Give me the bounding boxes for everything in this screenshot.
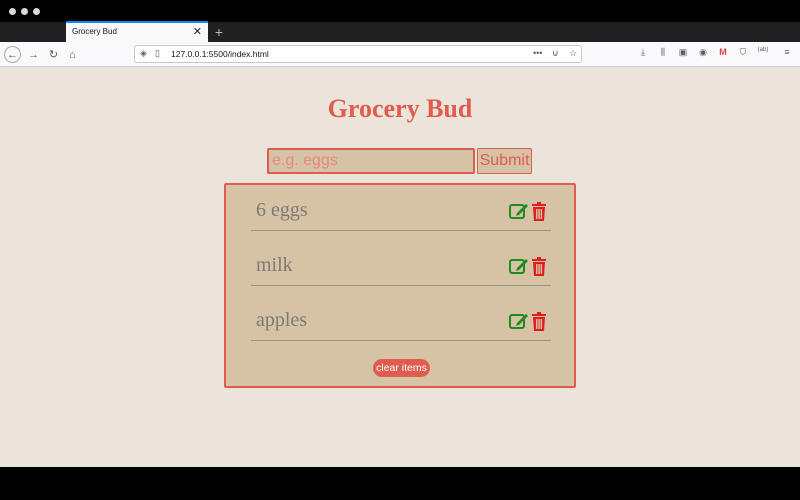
tab-close-icon[interactable]: ✕: [193, 25, 202, 39]
list-item: milk: [251, 240, 551, 286]
shield-icon[interactable]: ◈: [140, 48, 147, 59]
bookmark-star-icon[interactable]: ☆: [569, 48, 577, 59]
window-titlebar: [0, 0, 800, 22]
submit-button[interactable]: Submit: [477, 148, 532, 174]
tab-title: Grocery Bud: [72, 27, 117, 36]
page-title: Grocery Bud: [327, 94, 473, 123]
edit-icon[interactable]: [509, 202, 529, 220]
bottom-black-bar: [0, 467, 800, 500]
url-text[interactable]: 127.0.0.1:5500/index.html: [171, 49, 269, 59]
account-icon[interactable]: ◉: [696, 47, 710, 58]
trash-icon[interactable]: [531, 312, 547, 331]
extension-icon[interactable]: (ab): [756, 47, 770, 53]
edit-icon[interactable]: [509, 257, 529, 275]
page-actions-icon[interactable]: •••: [533, 48, 542, 58]
navigation-toolbar: ← → ↻ ⌂ ◈ ▯ 127.0.0.1:5500/index.html ••…: [0, 42, 800, 67]
item-name: 6 eggs: [256, 199, 308, 221]
list-item: 6 eggs: [251, 185, 551, 231]
pocket-icon[interactable]: ⊍: [552, 48, 559, 59]
home-icon[interactable]: ⌂: [64, 46, 81, 63]
edit-icon[interactable]: [509, 312, 529, 330]
page-icon: ▯: [155, 48, 160, 58]
minimize-window-dot[interactable]: [21, 8, 28, 15]
item-name: milk: [256, 254, 293, 276]
reload-icon[interactable]: ↻: [45, 46, 62, 63]
address-bar[interactable]: ◈ ▯ 127.0.0.1:5500/index.html ••• ⊍ ☆: [134, 45, 582, 63]
sidebar-icon[interactable]: ▣: [676, 47, 690, 58]
close-window-dot[interactable]: [9, 8, 16, 15]
list-item: apples: [251, 295, 551, 341]
zoom-window-dot[interactable]: [33, 8, 40, 15]
browser-tab[interactable]: Grocery Bud ✕: [66, 21, 208, 42]
menu-icon[interactable]: ≡: [780, 47, 794, 57]
new-tab-icon[interactable]: +: [210, 22, 228, 42]
page-viewport: Grocery Bud Submit 6 eggs milk: [0, 67, 800, 467]
clear-items-button[interactable]: clear items: [373, 359, 430, 377]
grocery-input[interactable]: [267, 148, 475, 174]
trash-icon[interactable]: [531, 257, 547, 276]
trash-icon[interactable]: [531, 202, 547, 221]
library-icon[interactable]: ⫼: [656, 47, 670, 58]
gmail-extension-icon[interactable]: M: [716, 47, 730, 57]
back-icon[interactable]: ←: [4, 46, 21, 63]
downloads-icon[interactable]: ⤓: [636, 47, 650, 58]
grocery-list: 6 eggs milk apples clear items: [224, 183, 576, 388]
forward-icon[interactable]: →: [25, 46, 42, 63]
item-name: apples: [256, 309, 308, 331]
privacy-extension-icon[interactable]: ⛉: [736, 47, 750, 58]
